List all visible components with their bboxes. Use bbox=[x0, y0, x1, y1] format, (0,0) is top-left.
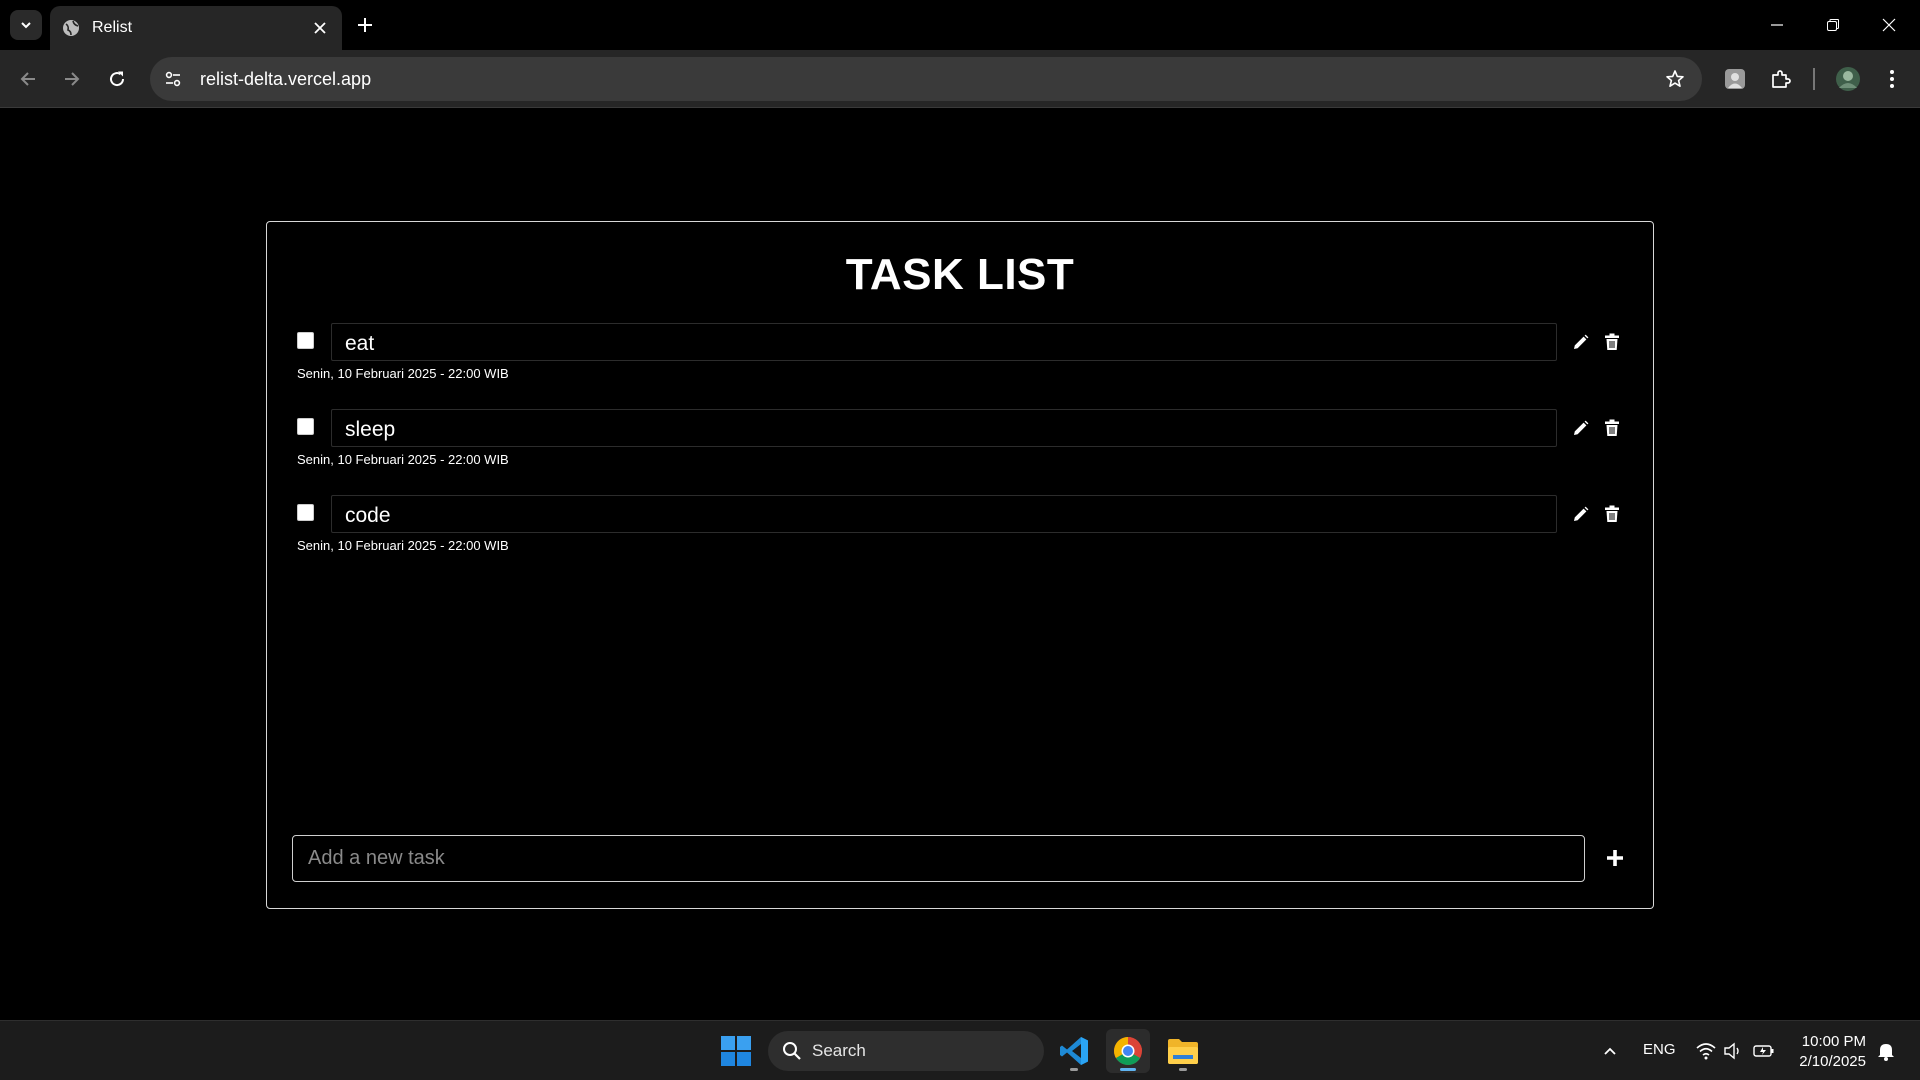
start-button[interactable] bbox=[714, 1029, 758, 1073]
show-hidden-icons-chevron-up-icon[interactable] bbox=[1598, 1040, 1622, 1062]
task-text-field[interactable]: eat bbox=[331, 323, 1557, 361]
task-checkbox[interactable] bbox=[297, 418, 314, 435]
chrome-app[interactable] bbox=[1106, 1029, 1150, 1073]
task-item: code Senin, 10 Februari 2025 - 22:00 WIB bbox=[297, 495, 1637, 575]
running-indicator bbox=[1179, 1068, 1187, 1071]
search-label: Search bbox=[812, 1041, 866, 1060]
restore-icon bbox=[1827, 19, 1839, 31]
page-title: TASK LIST bbox=[845, 250, 1075, 299]
new-tab-button[interactable] bbox=[352, 12, 378, 38]
arrow-left-icon bbox=[20, 72, 35, 86]
bookmark-star-icon[interactable] bbox=[1658, 62, 1692, 96]
windows-logo-icon bbox=[721, 1036, 751, 1066]
chevron-down-icon bbox=[21, 22, 31, 29]
trash-icon bbox=[1605, 333, 1619, 350]
minimize-icon bbox=[1771, 24, 1783, 26]
task-timestamp: Senin, 10 Februari 2025 - 22:00 WIB bbox=[297, 538, 509, 553]
close-window-button[interactable] bbox=[1866, 8, 1912, 42]
task-item: sleep Senin, 10 Februari 2025 - 22:00 WI… bbox=[297, 409, 1637, 489]
running-indicator bbox=[1070, 1068, 1078, 1071]
edit-button[interactable] bbox=[1569, 417, 1591, 439]
plus-icon bbox=[1607, 850, 1623, 866]
pencil-icon bbox=[1573, 420, 1588, 435]
forward-button[interactable] bbox=[55, 62, 89, 96]
clock-date: 2/10/2025 bbox=[1799, 1053, 1866, 1070]
tab-title: Relist bbox=[92, 19, 133, 36]
back-button[interactable] bbox=[11, 62, 45, 96]
task-timestamp: Senin, 10 Februari 2025 - 22:00 WIB bbox=[297, 366, 509, 381]
delete-button[interactable] bbox=[1601, 503, 1623, 525]
reload-button[interactable] bbox=[100, 62, 134, 96]
active-indicator bbox=[1120, 1068, 1136, 1071]
tab-relist[interactable]: Relist bbox=[50, 6, 342, 50]
plus-icon bbox=[358, 18, 372, 32]
minimize-button[interactable] bbox=[1754, 8, 1800, 42]
more-vertical-icon bbox=[1890, 70, 1894, 88]
delete-button[interactable] bbox=[1601, 331, 1623, 353]
profile-avatar[interactable] bbox=[1831, 62, 1865, 96]
notifications-bell-icon[interactable] bbox=[1874, 1040, 1898, 1062]
arrow-right-icon bbox=[65, 72, 80, 86]
task-list-card: TASK LIST eat Senin, 10 Februari 2025 - … bbox=[266, 221, 1654, 909]
windows-taskbar: Search ENG 10:00 PM 2/10/2025 bbox=[0, 1020, 1920, 1080]
new-task-input[interactable] bbox=[292, 835, 1585, 882]
task-checkbox[interactable] bbox=[297, 332, 314, 349]
task-text-field[interactable]: sleep bbox=[331, 409, 1557, 447]
tab-search-button[interactable] bbox=[10, 10, 42, 40]
task-checkbox[interactable] bbox=[297, 504, 314, 521]
trash-icon bbox=[1605, 419, 1619, 436]
reload-icon bbox=[110, 71, 125, 87]
edit-button[interactable] bbox=[1569, 331, 1591, 353]
edit-button[interactable] bbox=[1569, 503, 1591, 525]
site-settings-icon[interactable] bbox=[156, 62, 190, 96]
wifi-icon[interactable] bbox=[1694, 1040, 1718, 1062]
trash-icon bbox=[1605, 505, 1619, 522]
pencil-icon bbox=[1573, 506, 1588, 521]
close-tab-icon[interactable] bbox=[310, 18, 330, 38]
task-text-field[interactable]: code bbox=[331, 495, 1557, 533]
taskbar-search[interactable]: Search bbox=[768, 1031, 1044, 1071]
system-clock[interactable]: 10:00 PM 2/10/2025 bbox=[1788, 1032, 1866, 1072]
browser-menu-button[interactable] bbox=[1875, 62, 1909, 96]
extension-profile-icon[interactable] bbox=[1718, 62, 1752, 96]
search-icon bbox=[783, 1042, 801, 1060]
delete-button[interactable] bbox=[1601, 417, 1623, 439]
chrome-icon bbox=[1114, 1037, 1142, 1065]
folder-icon bbox=[1168, 1039, 1198, 1064]
volume-icon[interactable] bbox=[1721, 1040, 1745, 1062]
extensions-puzzle-icon[interactable] bbox=[1764, 62, 1798, 96]
toolbar-divider bbox=[1813, 68, 1815, 90]
task-item: eat Senin, 10 Februari 2025 - 22:00 WIB bbox=[297, 323, 1637, 403]
browser-tab-bar: Relist bbox=[0, 0, 1920, 50]
add-task-button[interactable] bbox=[1601, 844, 1629, 872]
globe-icon bbox=[62, 19, 80, 37]
url-text: relist-delta.vercel.app bbox=[200, 68, 372, 89]
clock-time: 10:00 PM bbox=[1801, 1033, 1866, 1050]
battery-icon[interactable] bbox=[1752, 1040, 1776, 1062]
vscode-icon bbox=[1060, 1037, 1088, 1065]
task-timestamp: Senin, 10 Februari 2025 - 22:00 WIB bbox=[297, 452, 509, 467]
vscode-app[interactable] bbox=[1052, 1029, 1096, 1073]
pencil-icon bbox=[1573, 334, 1588, 349]
file-explorer-app[interactable] bbox=[1161, 1029, 1205, 1073]
browser-toolbar: relist-delta.vercel.app bbox=[0, 50, 1920, 108]
close-icon bbox=[1882, 18, 1896, 32]
address-bar[interactable]: relist-delta.vercel.app bbox=[150, 57, 1702, 101]
restore-button[interactable] bbox=[1810, 8, 1856, 42]
language-indicator[interactable]: ENG bbox=[1643, 1041, 1676, 1058]
